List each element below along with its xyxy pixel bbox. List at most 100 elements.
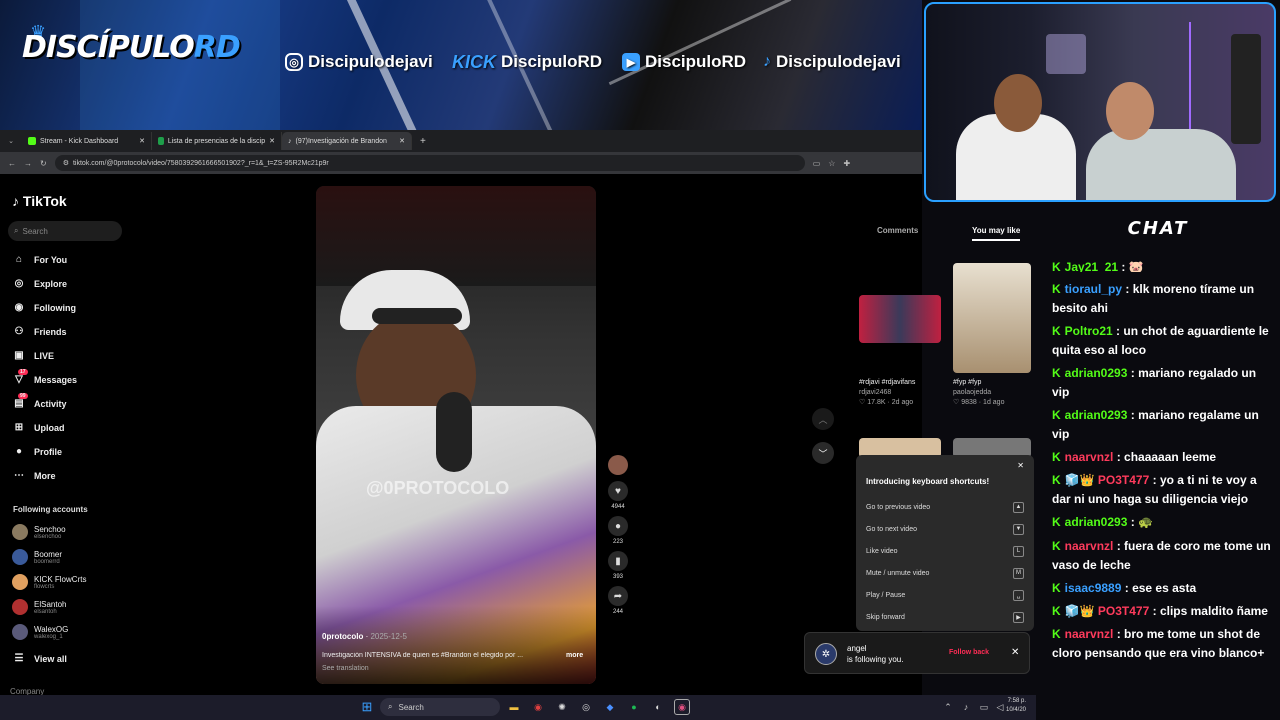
chat-username: naarvnzl	[1064, 450, 1114, 464]
taskbar-clock[interactable]: 7:58 p. 10/4/20	[1006, 697, 1026, 715]
app-icon[interactable]: ◎	[578, 699, 594, 715]
messages-badge: 17	[18, 369, 28, 375]
tray-chevron-icon[interactable]: ⌃	[940, 699, 956, 715]
chat-username: PO3T477	[1097, 473, 1150, 487]
following-account[interactable]: ElSantoh elsantoh	[12, 599, 66, 615]
browser-tab-active[interactable]: ♪ (97)Investigación de Brandon ✕	[282, 132, 412, 150]
chat-message: K Jay21_21 : 🐷	[1052, 260, 1144, 272]
nav-messages[interactable]: ▽ 17 Messages	[12, 369, 77, 385]
site-info-icon[interactable]: ⚙	[63, 159, 69, 167]
suggestion-title: #fyp #fyp	[953, 379, 982, 386]
youtube-icon: ▶	[622, 53, 640, 71]
nav-following[interactable]: ◉ Following	[12, 302, 76, 313]
app-icon[interactable]: ◆	[602, 699, 618, 715]
activity-icon: ▤ 99	[14, 393, 28, 409]
app-icon[interactable]: ◐	[650, 699, 666, 715]
caption-more-button[interactable]: more	[566, 652, 583, 659]
chatgpt-icon[interactable]: ✺	[554, 699, 570, 715]
chevron-down-icon: ﹀	[818, 448, 828, 459]
compass-icon: ◎	[14, 278, 24, 289]
following-account[interactable]: Senchoo elsenchoo	[12, 524, 66, 540]
video-player[interactable]: @0PROTOCOLO 0protocolo · 2025-12-5 Inves…	[316, 186, 596, 684]
forward-icon[interactable]: →	[24, 159, 32, 168]
suggestion-title: #rdjavi #rdjavifans	[859, 379, 916, 386]
person-right-head	[1106, 82, 1154, 140]
comment-button[interactable]: ● 223	[606, 516, 630, 545]
following-account[interactable]: Boomer boomerrd	[12, 549, 62, 565]
close-tab-icon[interactable]: ✕	[139, 137, 145, 145]
close-icon[interactable]: ✕	[866, 461, 1024, 471]
tiktok-logo[interactable]: ♪ TikTok	[12, 193, 67, 209]
chat-username: isaac9889	[1064, 581, 1122, 595]
browser-tab[interactable]: Stream - Kick Dashboard ✕	[22, 132, 152, 150]
video-author[interactable]: 0protocolo	[322, 632, 363, 641]
new-tab-icon[interactable]: +	[420, 136, 426, 147]
chrome-icon[interactable]: ◉	[530, 699, 546, 715]
spotify-icon[interactable]: ●	[626, 699, 642, 715]
windows-start-icon[interactable]: ⊞	[359, 699, 375, 715]
next-video-button[interactable]: ﹀	[812, 442, 834, 464]
url-input[interactable]: ⚙ tiktok.com/@0protocolo/video/7580392961…	[54, 155, 805, 171]
tab-list-icon[interactable]: ⌄	[4, 137, 18, 145]
browser-tab[interactable]: Lista de presencias de la discip ✕	[152, 132, 282, 150]
shortcut-row: Like video L	[866, 540, 1024, 562]
reload-icon[interactable]: ↻	[40, 159, 47, 168]
chrome-active-icon[interactable]: ◉	[674, 699, 690, 715]
nav-activity[interactable]: ▤ 99 Activity	[12, 393, 67, 409]
nav-friends[interactable]: ⚇ Friends	[12, 326, 67, 337]
chat-username: Poltro21	[1064, 324, 1113, 338]
share-button[interactable]: ➦ 244	[606, 586, 630, 615]
chat-username: tioraul_py	[1064, 282, 1123, 296]
see-translation-link[interactable]: See translation	[322, 665, 369, 672]
chat-message: Kisaac9889 : ese es asta	[1052, 581, 1197, 595]
following-account[interactable]: WalexOG walexog_1	[12, 624, 68, 640]
chat-message: Kadrian0293 : mariano regalado un vip	[1052, 366, 1257, 399]
nav-live[interactable]: ▣ LIVE	[12, 350, 54, 361]
following-icon: ◉	[14, 302, 24, 313]
file-explorer-icon[interactable]: ▬	[506, 699, 522, 715]
shortcut-row: Play / Pause ␣	[866, 584, 1024, 606]
nav-profile[interactable]: ● Profile	[12, 446, 62, 457]
network-icon[interactable]: ▭	[976, 699, 992, 715]
nav-more[interactable]: ⋯ More	[12, 470, 56, 481]
nav-for-you[interactable]: ⌂ For You	[12, 254, 67, 265]
video-caption: Investigación INTENSIVA de quien es #Bra…	[322, 652, 524, 659]
chat-message: Knaarvnzl : bro me tome un shot de cloro…	[1052, 627, 1265, 660]
nav-upload[interactable]: ⊞ Upload	[12, 422, 65, 433]
close-tab-icon[interactable]: ✕	[269, 137, 275, 145]
bookmark-star-icon[interactable]: ☆	[828, 159, 835, 168]
following-account[interactable]: KICK FlowCrts flowcrts	[12, 574, 86, 590]
extensions-icon[interactable]: ✚	[843, 159, 850, 168]
save-button[interactable]: ▮ 393	[606, 551, 630, 580]
video-actions: ♥ 4944 ● 223 ▮ 393 ➦ 244	[606, 455, 630, 621]
suggestion-card[interactable]: #fyp #fyp paolaojedda ♡ 9838 · 1d ago	[953, 378, 1033, 408]
instagram-icon: ◎	[285, 53, 303, 71]
follow-back-button[interactable]: Follow back	[949, 649, 989, 656]
previous-video-button[interactable]: ︿	[812, 408, 834, 430]
back-icon[interactable]: ←	[8, 159, 16, 168]
view-all-link[interactable]: ☰ View all	[12, 653, 67, 664]
person-right	[1086, 129, 1236, 200]
suggestion-card[interactable]: #rdjavi #rdjavifans rdjavi2468 ♡ 17.8K ·…	[859, 378, 949, 408]
tab-you-may-like[interactable]: You may like	[972, 226, 1021, 241]
shortcut-row: Skip forward ▶	[866, 606, 1024, 628]
close-icon[interactable]: ✕	[1011, 647, 1019, 658]
suggestion-thumbnail[interactable]	[859, 295, 941, 343]
chat-text: ese es asta	[1132, 581, 1197, 595]
nav-explore[interactable]: ◎ Explore	[12, 278, 67, 289]
close-tab-icon[interactable]: ✕	[399, 137, 405, 145]
chat-username: naarvnzl	[1064, 627, 1114, 641]
notification-text: is following you.	[847, 655, 904, 664]
avatar: ✲	[815, 643, 837, 665]
creator-avatar-button[interactable]	[606, 455, 630, 475]
taskbar-search-input[interactable]: ⌕ Search	[380, 698, 500, 716]
tab-comments[interactable]: Comments	[877, 226, 918, 235]
tiktok-search-input[interactable]: ⌕ Search	[8, 221, 122, 241]
kick-badge-icon: K	[1052, 260, 1061, 272]
suggestion-thumbnail[interactable]	[953, 263, 1031, 373]
kick-badge-icon: K	[1052, 408, 1061, 422]
webcam-overlay	[924, 2, 1276, 202]
microphone-icon[interactable]: ♪	[958, 699, 974, 715]
cast-icon[interactable]: ▭	[813, 159, 821, 168]
like-button[interactable]: ♥ 4944	[606, 481, 630, 510]
